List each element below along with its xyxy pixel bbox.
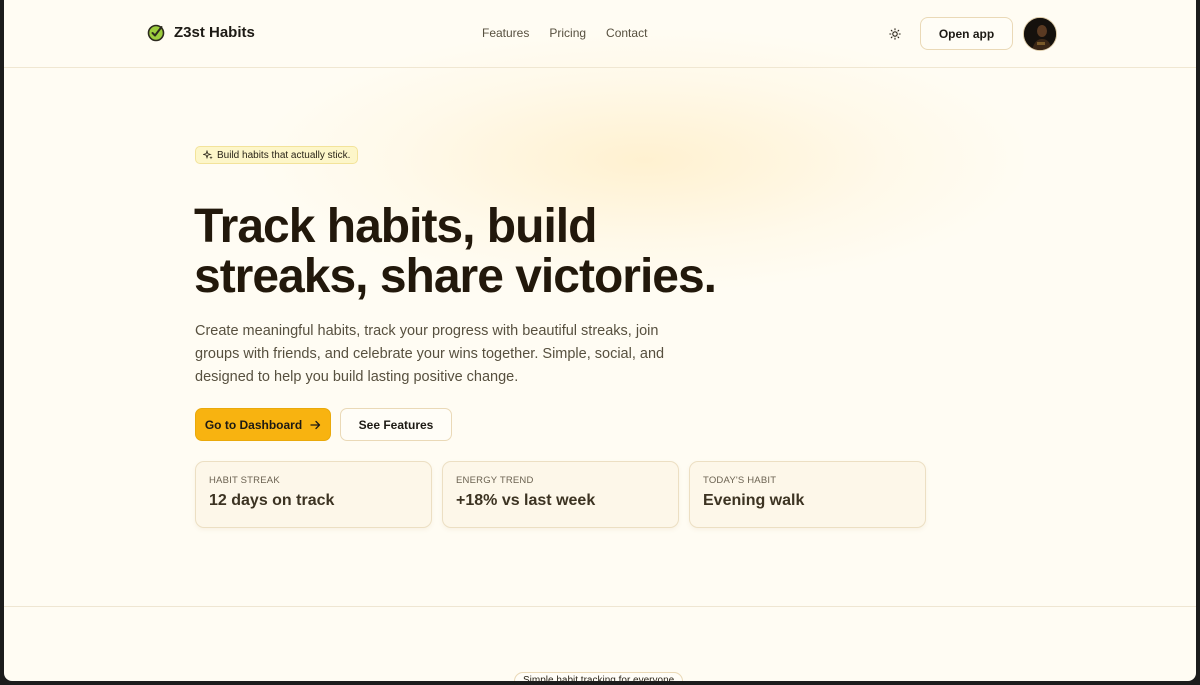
avatar-image bbox=[1024, 18, 1056, 50]
card-label: HABIT STREAK bbox=[209, 475, 280, 486]
see-features-button[interactable]: See Features bbox=[340, 408, 452, 441]
nav-pricing-link[interactable]: Pricing bbox=[549, 26, 586, 40]
brand-logo[interactable]: Z3st Habits bbox=[146, 22, 255, 42]
theme-toggle-button[interactable] bbox=[884, 23, 906, 45]
page-frame: Z3st Habits Features Pricing Contact Ope… bbox=[4, 0, 1196, 681]
section-divider bbox=[4, 606, 1196, 607]
section-badge: Simple habit tracking for everyone bbox=[514, 672, 684, 681]
hero-badge: Build habits that actually stick. bbox=[195, 146, 359, 164]
sun-icon bbox=[889, 28, 901, 40]
card-label: TODAY'S HABIT bbox=[703, 475, 777, 486]
nav-features-link[interactable]: Features bbox=[482, 26, 529, 40]
go-to-dashboard-button[interactable]: Go to Dashboard bbox=[195, 408, 331, 441]
energy-trend-card: ENERGY TREND +18% vs last week bbox=[442, 461, 679, 528]
site-header: Z3st Habits Features Pricing Contact Ope… bbox=[4, 0, 1196, 68]
nav-contact-link[interactable]: Contact bbox=[606, 26, 647, 40]
card-value: +18% vs last week bbox=[456, 492, 596, 509]
card-value: 12 days on track bbox=[209, 492, 335, 509]
card-value: Evening walk bbox=[703, 492, 805, 509]
habit-streak-card: HABIT STREAK 12 days on track bbox=[195, 461, 432, 528]
arrow-right-icon bbox=[310, 420, 321, 429]
go-to-dashboard-label: Go to Dashboard bbox=[204, 417, 303, 432]
card-label: ENERGY TREND bbox=[456, 475, 534, 486]
sparkles-icon bbox=[203, 150, 213, 160]
headline-line-1: Track habits, build bbox=[194, 200, 597, 253]
main-nav: Features Pricing Contact bbox=[482, 26, 647, 40]
check-circle-icon bbox=[147, 24, 165, 42]
brand-name: Z3st Habits bbox=[174, 23, 255, 41]
todays-habit-card: TODAY'S HABIT Evening walk bbox=[689, 461, 926, 528]
hero-headline: Track habits, build streaks, share victo… bbox=[194, 202, 814, 302]
hero-subtext: Create meaningful habits, track your pro… bbox=[195, 323, 665, 385]
user-avatar[interactable] bbox=[1023, 17, 1057, 51]
headline-line-2: streaks, share victories. bbox=[194, 250, 717, 303]
hero-badge-text: Build habits that actually stick. bbox=[217, 149, 351, 161]
open-app-button[interactable]: Open app bbox=[920, 17, 1013, 50]
